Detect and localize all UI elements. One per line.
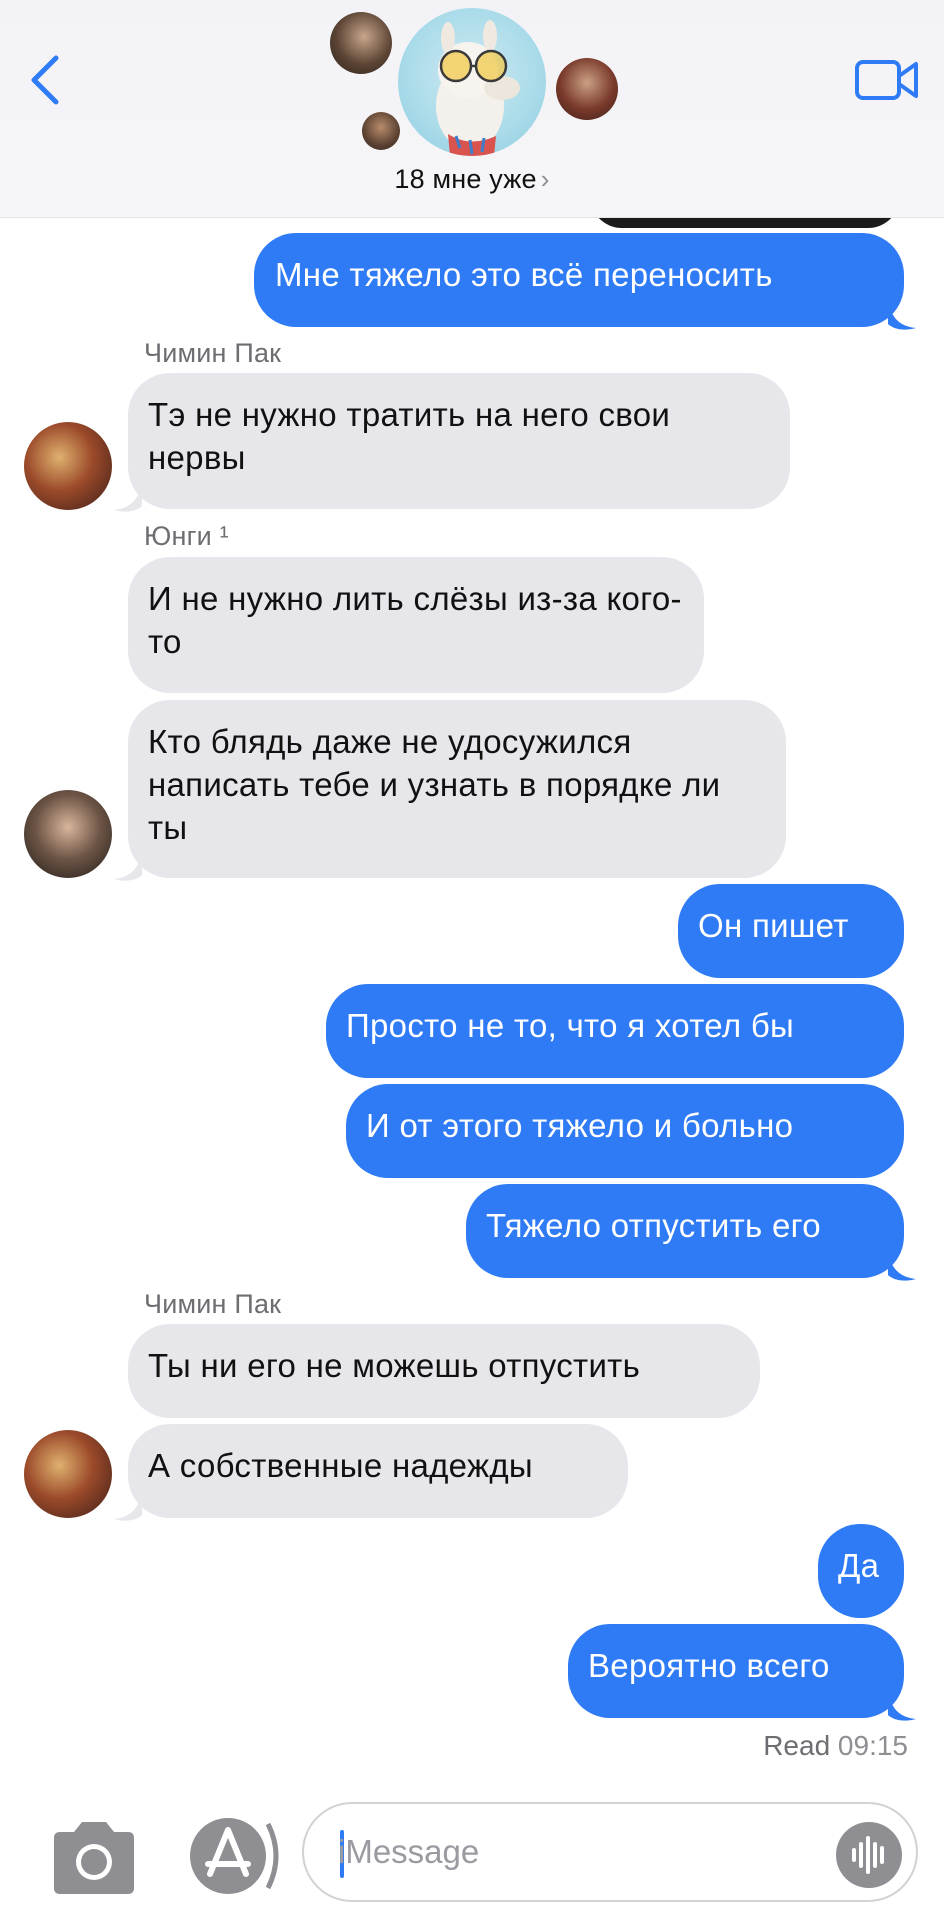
bubble-tail (888, 1689, 916, 1721)
sender-name: Чимин Пак (144, 338, 282, 368)
message-text: И не нужно лить слёзы из-за кого-то (148, 580, 682, 660)
outgoing-message[interactable]: И от этого тяжело и больно (346, 1084, 904, 1178)
group-name: 18 мне уже (394, 164, 537, 194)
message-text: А собственные надежды (148, 1447, 533, 1484)
video-camera-icon[interactable] (854, 56, 920, 104)
message-input[interactable] (338, 1826, 798, 1878)
bubble-tail (114, 849, 142, 881)
outgoing-message[interactable]: Да (818, 1524, 904, 1618)
message-text: Он пишет (698, 907, 849, 944)
read-receipt: Read 09:15 (763, 1730, 908, 1762)
message-text: Вероятно всего (588, 1647, 830, 1684)
message-text: Просто не то, что я хотел бы (346, 1007, 795, 1044)
incoming-message[interactable]: Ты ни его не можешь отпустить (128, 1324, 760, 1418)
outgoing-message[interactable]: Мне тяжело это всё переносить (254, 233, 904, 327)
outgoing-message[interactable]: Тяжело отпустить его (466, 1184, 904, 1278)
incoming-message[interactable]: И не нужно лить слёзы из-за кого-то (128, 557, 704, 693)
outgoing-message[interactable]: Просто не то, что я хотел бы (326, 984, 904, 1078)
read-time: 09:15 (837, 1730, 908, 1761)
group-name-button[interactable]: 18 мне уже › (0, 164, 944, 195)
message-text: И от этого тяжело и больно (366, 1107, 794, 1144)
llama-icon (436, 20, 520, 156)
conversation-header: 18 мне уже › (0, 0, 944, 218)
camera-icon[interactable] (48, 1820, 140, 1896)
message-text: Мне тяжело это всё переносить (275, 256, 773, 293)
read-label: Read (763, 1730, 831, 1761)
bubble-tail (114, 480, 142, 512)
incoming-message[interactable]: А собственные надежды (128, 1424, 628, 1518)
message-input-field[interactable] (302, 1802, 918, 1902)
waveform-glyph (852, 1836, 884, 1874)
audio-waveform-icon[interactable] (836, 1822, 902, 1888)
message-text: Кто блядь даже не удосужился написать те… (148, 723, 721, 846)
member-avatar[interactable] (330, 12, 392, 74)
outgoing-message[interactable]: Он пишет (678, 884, 904, 978)
message-text: Да (838, 1547, 880, 1584)
chevron-right-icon: › (540, 164, 550, 194)
outgoing-message[interactable]: Вероятно всего (568, 1624, 904, 1718)
message-text: Ты ни его не можешь отпустить (148, 1347, 641, 1384)
incoming-message[interactable]: Тэ не нужно тратить на него свои нервы (128, 373, 790, 509)
composer-bar (0, 1780, 944, 1920)
incoming-message[interactable]: Кто блядь даже не удосужился написать те… (128, 700, 786, 878)
app-store-icon[interactable] (184, 1816, 280, 1896)
bubble-tail (888, 1249, 916, 1281)
member-avatar[interactable] (362, 112, 400, 150)
message-text: Тяжело отпустить его (486, 1207, 821, 1244)
avatar[interactable] (24, 790, 112, 878)
avatar[interactable] (24, 422, 112, 510)
bubble-tail (114, 1489, 142, 1521)
chevron-left-icon[interactable] (26, 52, 66, 108)
member-avatar[interactable] (556, 58, 618, 120)
message-list[interactable]: Мне тяжело это всё переносить Чимин Пак … (0, 0, 944, 1780)
avatar[interactable] (24, 1430, 112, 1518)
message-text: Тэ не нужно тратить на него свои нервы (148, 396, 671, 476)
sender-name: Юнги ¹ (144, 521, 229, 551)
sender-name: Чимин Пак (144, 1289, 282, 1319)
bubble-tail (888, 298, 916, 330)
group-avatar[interactable] (398, 8, 546, 156)
